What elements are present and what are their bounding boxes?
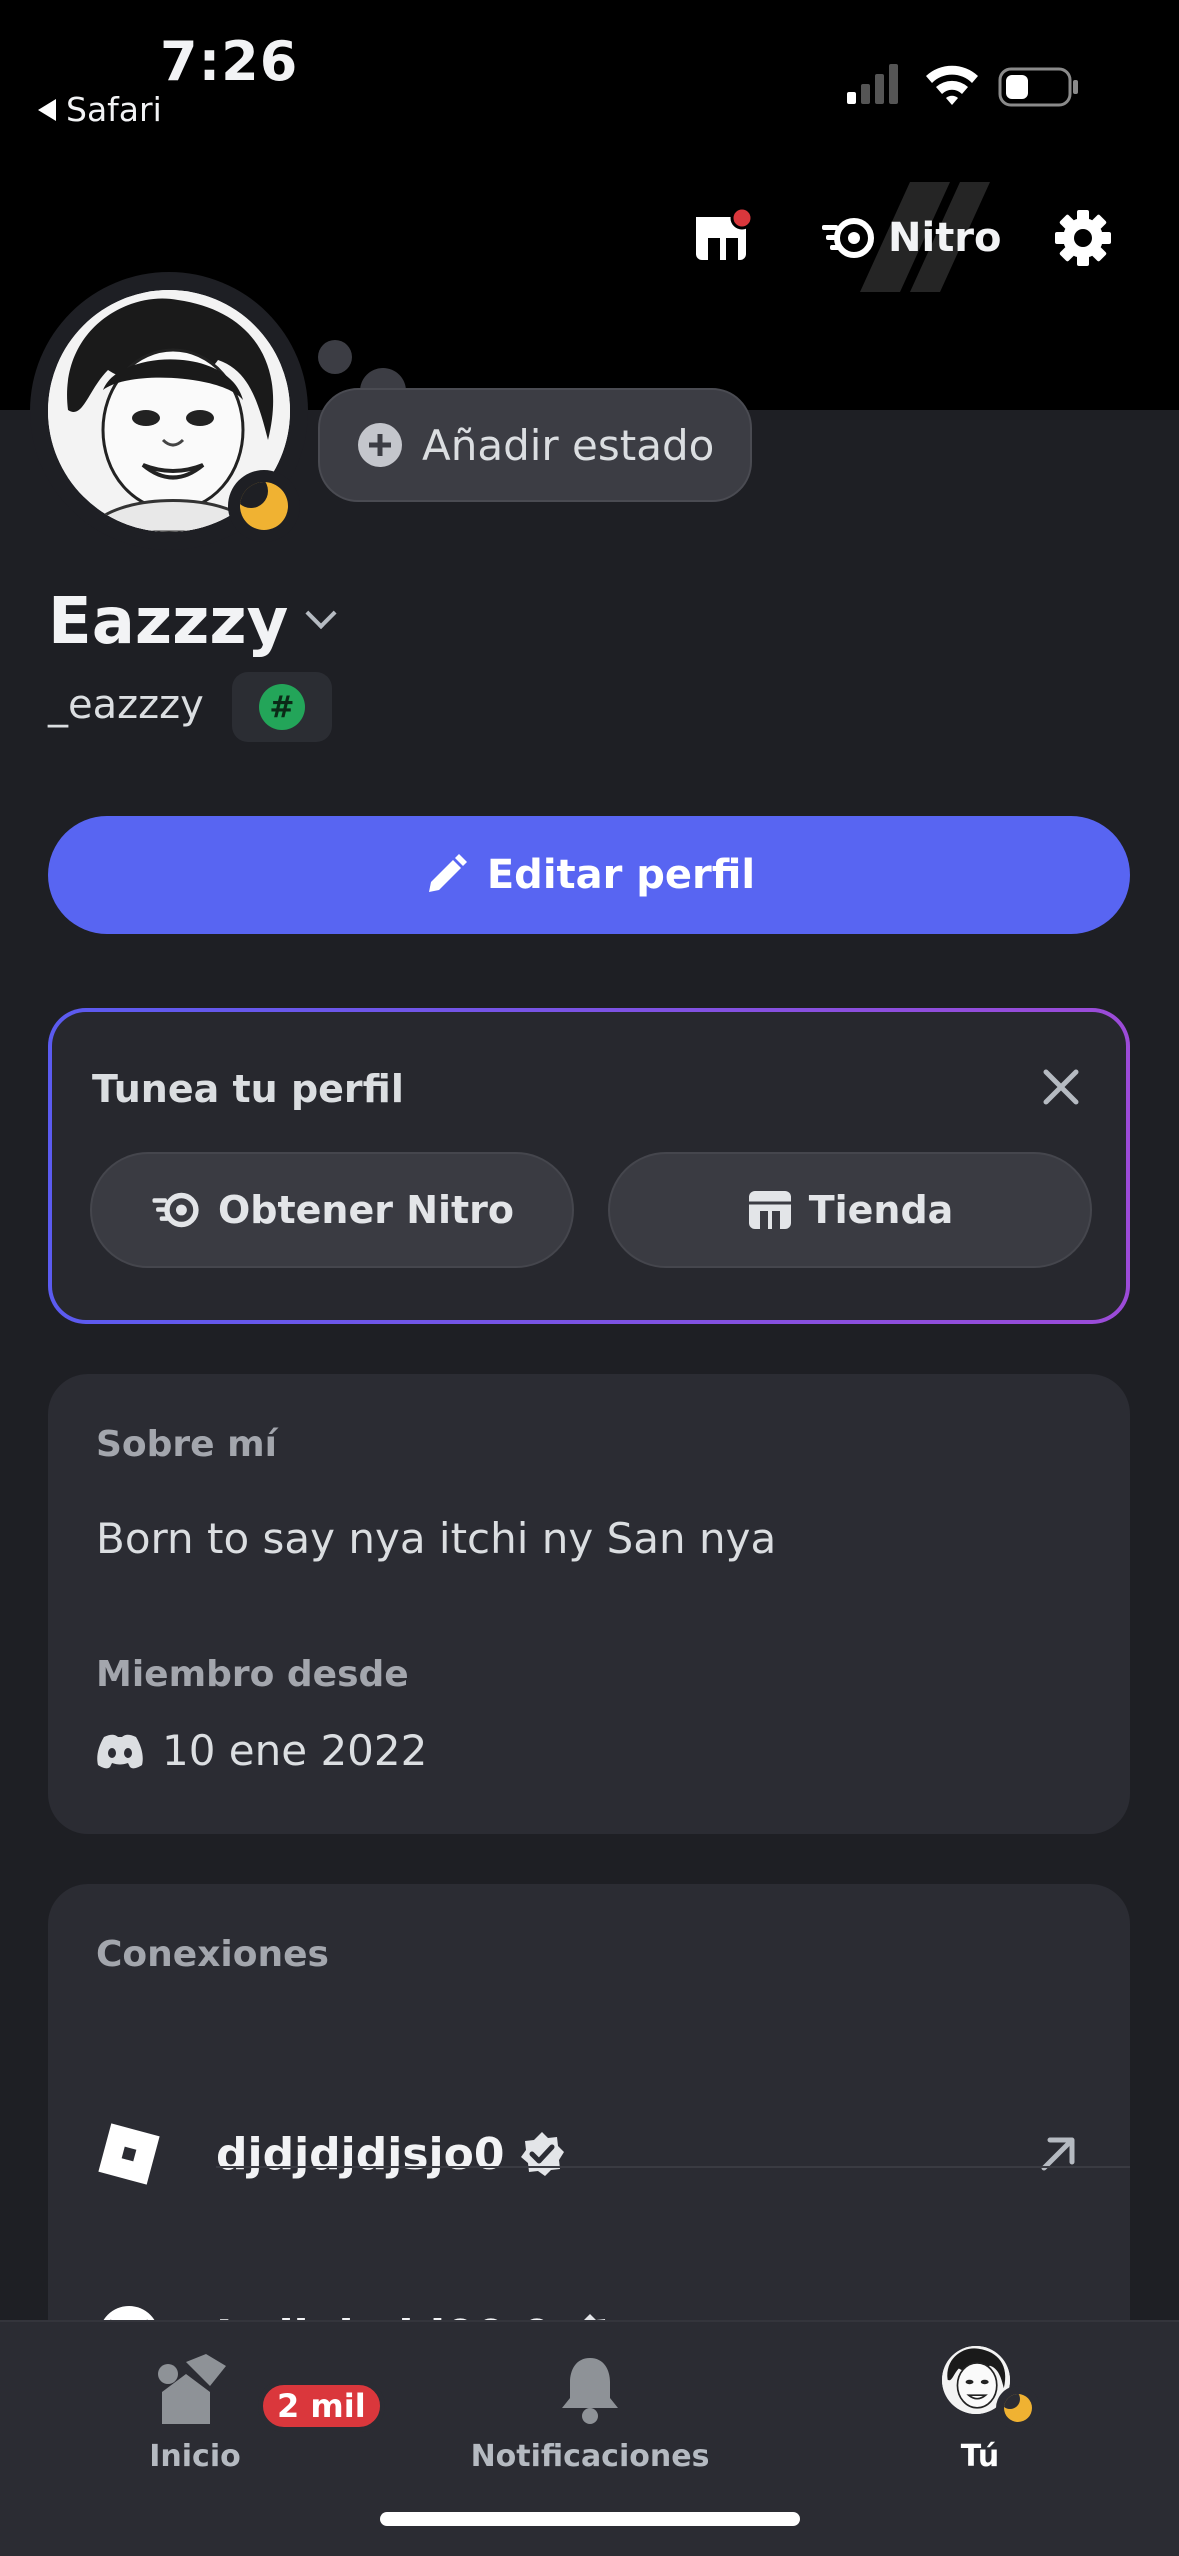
add-status-label: Añadir estado (422, 420, 715, 470)
connection-item-roblox[interactable]: djdjdjdjsjo0 (48, 2074, 1130, 2234)
home-servers-icon (158, 2354, 226, 2424)
member-since-row: 10 ene 2022 (96, 1726, 427, 1775)
nitro-button[interactable]: Nitro (820, 198, 1002, 278)
verified-check-icon (521, 2132, 565, 2176)
nitro-icon (822, 218, 874, 258)
external-link-arrow-icon[interactable] (1034, 2130, 1082, 2178)
tab-notifications-label: Notificaciones (470, 2439, 710, 2474)
bell-icon (562, 2358, 618, 2424)
tune-profile-card-inner: Tunea tu perfil Obtener Nitro Tienda (52, 1012, 1126, 1320)
shop-label: Tienda (808, 1188, 954, 1232)
nitro-label: Nitro (888, 215, 1002, 261)
tune-profile-title: Tunea tu perfil (92, 1067, 404, 1111)
nitro-icon (152, 1192, 199, 1228)
settings-gear-icon[interactable] (1050, 198, 1116, 278)
add-status-button[interactable]: Añadir estado (318, 388, 752, 502)
moon-icon (1004, 2394, 1032, 2422)
home-indicator[interactable] (380, 2512, 800, 2526)
idle-status-indicator (228, 470, 300, 542)
cellular-signal-icon (847, 64, 898, 104)
get-nitro-button[interactable]: Obtener Nitro (90, 1152, 574, 1268)
status-time: 7:26 (160, 30, 299, 93)
about-me-text: Born to say nya itchi ny San nya (96, 1514, 777, 1563)
edit-profile-label: Editar perfil (486, 852, 756, 898)
tune-profile-card: Tunea tu perfil Obtener Nitro Tienda (48, 1008, 1130, 1324)
plus-circle-icon (358, 423, 402, 467)
wifi-icon (926, 65, 978, 105)
tab-home-label: Inicio (149, 2439, 241, 2474)
battery-icon (998, 67, 1078, 107)
back-arrow-icon (38, 98, 56, 121)
tab-you-label: Tú (960, 2439, 1000, 2474)
thought-bubble-small (318, 340, 352, 374)
display-name: Eazzzy (48, 585, 289, 659)
shop-icon[interactable] (690, 198, 756, 278)
connections-divider (216, 2166, 1130, 2168)
discord-logo-icon (97, 1734, 143, 1768)
idle-status-indicator (996, 2386, 1040, 2430)
shop-button[interactable]: Tienda (608, 1152, 1092, 1268)
profile-badge[interactable]: # (232, 672, 332, 742)
tab-notifications[interactable]: Notificaciones (460, 2322, 720, 2502)
username: _eazzzy (48, 682, 204, 728)
connection-name: djdjdjdjsjo0 (216, 2128, 505, 2180)
pencil-icon (428, 854, 467, 892)
shop-icon (748, 1191, 791, 1229)
roblox-icon (98, 2123, 160, 2185)
home-unread-badge: 2 mil (258, 2380, 385, 2432)
moon-icon (240, 482, 288, 530)
close-icon[interactable] (1036, 1062, 1086, 1112)
about-me-label: Sobre mí (96, 1424, 277, 1465)
back-app-label: Safari (66, 90, 162, 129)
get-nitro-label: Obtener Nitro (217, 1188, 515, 1232)
member-since-label: Miembro desde (96, 1654, 409, 1695)
edit-profile-button[interactable]: Editar perfil (48, 816, 1130, 934)
hashtag-badge-icon: # (259, 684, 305, 730)
connections-label: Conexiones (96, 1934, 329, 1975)
member-since-date: 10 ene 2022 (162, 1726, 428, 1775)
back-to-safari[interactable]: Safari (38, 90, 162, 129)
chevron-down-icon (305, 597, 337, 630)
status-bar: 7:26 Safari (0, 0, 1179, 140)
about-me-card: Sobre mí Born to say nya itchi ny San ny… (48, 1374, 1130, 1834)
tab-home[interactable]: Inicio (120, 2322, 270, 2502)
display-name-switcher[interactable]: Eazzzy (48, 585, 337, 659)
